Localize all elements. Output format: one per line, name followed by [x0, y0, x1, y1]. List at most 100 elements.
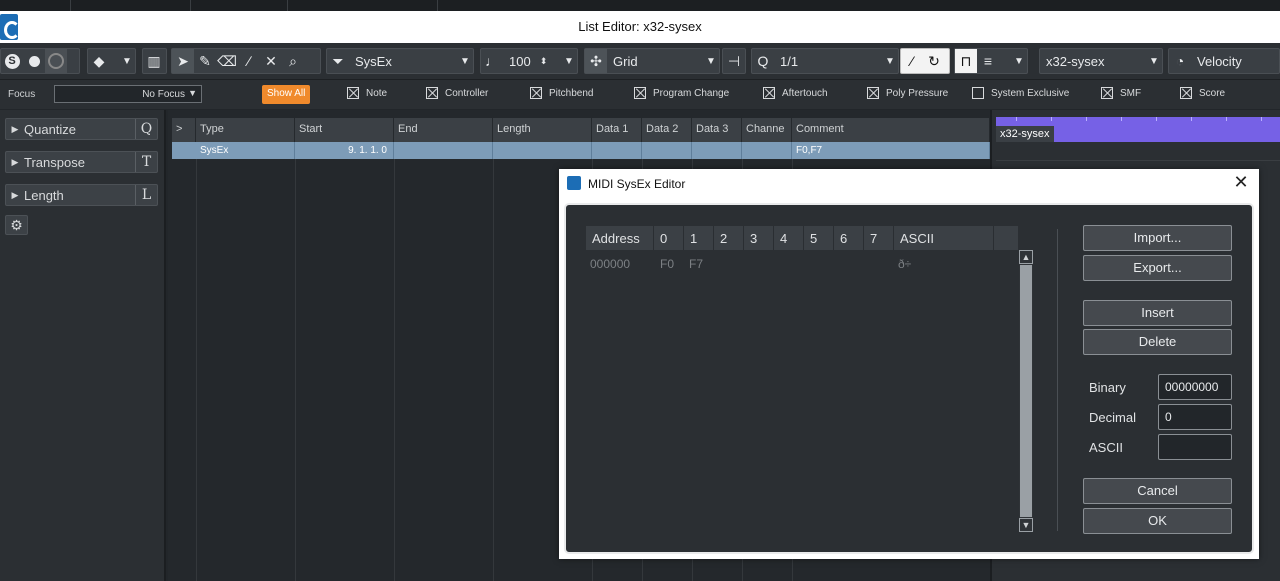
iterative-quantize-icon[interactable]: ↻: [923, 49, 945, 73]
filter-aftertouch-checkbox[interactable]: Aftertouch: [763, 87, 828, 99]
velocity-stepper[interactable]: ♩ 100 ⬍ ▼: [480, 48, 578, 74]
filter-smf-checkbox[interactable]: SMF: [1101, 87, 1141, 99]
list-icon[interactable]: ≡: [977, 49, 999, 73]
column-header-data2[interactable]: Data 2: [642, 118, 692, 142]
snap-mode-value: Grid: [613, 53, 638, 69]
line-icon[interactable]: ∕: [238, 49, 260, 73]
section-key-icon[interactable]: L: [135, 185, 157, 205]
delete-button[interactable]: Delete: [1083, 329, 1232, 355]
column-header-end[interactable]: End: [394, 118, 493, 142]
record-icon[interactable]: [23, 49, 45, 73]
solo-icon[interactable]: S: [1, 49, 23, 73]
indicator-icon[interactable]: ⊓: [955, 49, 977, 73]
zoom-icon[interactable]: ⌕: [282, 49, 304, 73]
snap-zero-button[interactable]: ⊣: [722, 48, 746, 74]
part-name-label: x32-sysex: [996, 126, 1054, 142]
decimal-label: Decimal: [1089, 410, 1136, 425]
filter-label: Aftertouch: [782, 87, 828, 99]
track-select[interactable]: x32-sysex ▼: [1039, 48, 1163, 74]
eraser-icon[interactable]: ⌫: [216, 49, 238, 73]
column-header-channel[interactable]: Channe: [742, 118, 792, 142]
cell-start[interactable]: 9. 1. 1. 0: [295, 142, 394, 159]
feedback-button[interactable]: ▥: [142, 48, 167, 74]
chevron-down-icon: ▼: [188, 88, 197, 98]
filter-note-checkbox[interactable]: Note: [347, 87, 387, 99]
inspector-quantize-section[interactable]: ▶ Quantize Q: [5, 118, 158, 140]
event-type-select[interactable]: ⏷ SysEx ▼: [326, 48, 474, 74]
import-button[interactable]: Import...: [1083, 225, 1232, 251]
monitor-icon[interactable]: [45, 49, 67, 73]
hex-byte-cell[interactable]: F7: [689, 257, 703, 271]
chevron-down-icon: ▼: [122, 55, 132, 67]
column-header-type[interactable]: Type: [196, 118, 295, 142]
quantize-presets-group: ⁄ ↻: [900, 48, 950, 74]
quantize-select[interactable]: Q 1/1 ▼: [751, 48, 899, 74]
filter-pitchbend-checkbox[interactable]: Pitchbend: [530, 87, 593, 99]
export-button[interactable]: Export...: [1083, 255, 1232, 281]
cell-data3[interactable]: [692, 142, 742, 159]
ascii-field[interactable]: [1158, 434, 1232, 460]
cell-comment[interactable]: F0,F7: [792, 142, 990, 159]
pointer-icon[interactable]: ➤: [172, 49, 194, 73]
focus-select[interactable]: No Focus ▼: [54, 85, 202, 103]
dialog-title: MIDI SysEx Editor: [588, 177, 686, 191]
hex-address-cell[interactable]: 000000: [590, 257, 630, 271]
quantize-preset-icon[interactable]: ⁄: [901, 49, 923, 73]
cell-data2[interactable]: [642, 142, 692, 159]
mute-icon[interactable]: ✕: [260, 49, 282, 73]
decimal-field[interactable]: 0: [1158, 404, 1232, 430]
table-row[interactable]: SysEx 9. 1. 1. 0 F0,F7: [172, 142, 990, 159]
speaker-icon: ▥: [147, 52, 161, 69]
column-header-data1[interactable]: Data 1: [592, 118, 642, 142]
filter-score-checkbox[interactable]: Score: [1180, 87, 1225, 99]
filter-icon: ⏷: [332, 52, 344, 69]
cancel-button[interactable]: Cancel: [1083, 478, 1232, 504]
expand-column-button[interactable]: >: [172, 118, 196, 142]
gear-icon[interactable]: ⚙: [5, 215, 28, 235]
column-header-byte3: 3: [744, 226, 774, 250]
scroll-down-icon[interactable]: ▼: [1019, 518, 1033, 532]
inspector-length-section[interactable]: ▶ Length L: [5, 184, 158, 206]
stepper-arrows-icon[interactable]: ⬍: [537, 49, 551, 73]
lane-mode-select[interactable]: ◔ Velocity: [1168, 48, 1280, 74]
cell-length[interactable]: [493, 142, 592, 159]
cell-end[interactable]: [394, 142, 493, 159]
split-tool-group[interactable]: ◆ ▼: [87, 48, 136, 74]
scroll-thumb[interactable]: [1020, 265, 1032, 517]
chevron-down-icon[interactable]: ▼: [1011, 56, 1027, 67]
ruler-tick: [1121, 117, 1122, 121]
column-header-length[interactable]: Length: [493, 118, 592, 142]
pencil-icon[interactable]: ✎: [194, 49, 216, 73]
snap-select[interactable]: ✣ Grid ▼: [584, 48, 720, 74]
filter-program-change-checkbox[interactable]: Program Change: [634, 87, 729, 99]
event-type-value: SysEx: [355, 53, 392, 69]
column-header-comment[interactable]: Comment: [792, 118, 990, 142]
column-header-data3[interactable]: Data 3: [692, 118, 742, 142]
focus-value: No Focus: [142, 89, 185, 100]
ruler-tick: [1016, 117, 1017, 121]
chevron-down-icon[interactable]: ▼: [561, 56, 577, 67]
section-key-icon[interactable]: T: [135, 152, 157, 172]
close-icon[interactable]: ✕: [1231, 172, 1251, 192]
binary-field[interactable]: 00000000: [1158, 374, 1232, 400]
filter-poly-pressure-checkbox[interactable]: Poly Pressure: [867, 87, 948, 99]
show-all-button[interactable]: Show All: [262, 85, 311, 104]
filter-controller-checkbox[interactable]: Controller: [426, 87, 488, 99]
cell-data1[interactable]: [592, 142, 642, 159]
insert-button[interactable]: Insert: [1083, 300, 1232, 326]
snap-icon[interactable]: ✣: [585, 49, 607, 73]
section-key-icon[interactable]: Q: [135, 119, 157, 139]
expand-triangle-icon: ▶: [11, 156, 19, 167]
toolbar: S ◆ ▼ ▥ ➤ ✎ ⌫ ∕ ✕ ⌕ ⏷ SysEx ▼ ♩ 100 ⬍ ▼ …: [0, 43, 1280, 79]
hex-ascii-cell[interactable]: ð÷: [898, 257, 911, 271]
cell-channel[interactable]: [742, 142, 792, 159]
column-header-start[interactable]: Start: [295, 118, 394, 142]
vertical-scrollbar[interactable]: ▲ ▼: [1019, 250, 1033, 532]
checkbox-checked-icon: [763, 87, 775, 99]
hex-byte-cell[interactable]: F0: [660, 257, 674, 271]
filter-system-exclusive-checkbox[interactable]: System Exclusive: [972, 87, 1069, 99]
inspector-transpose-section[interactable]: ▶ Transpose T: [5, 151, 158, 173]
ok-button[interactable]: OK: [1083, 508, 1232, 534]
part-bar[interactable]: x32-sysex: [996, 117, 1280, 142]
scroll-up-icon[interactable]: ▲: [1019, 250, 1033, 264]
